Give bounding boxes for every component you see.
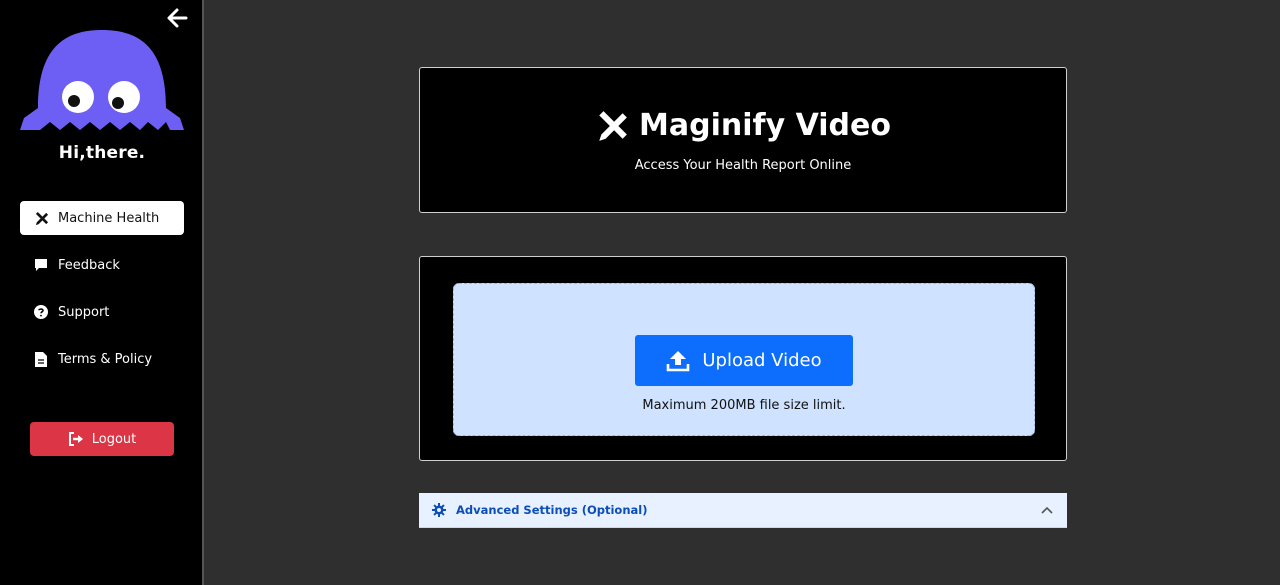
logout-icon — [68, 432, 84, 446]
sidebar: Hi,there. Machine Health Feedback Suppor… — [0, 0, 204, 585]
nav-item-feedback[interactable]: Feedback — [20, 248, 184, 282]
nav-label: Machine Health — [58, 210, 160, 226]
document-icon — [33, 351, 49, 367]
advanced-settings-toggle[interactable]: Advanced Settings (Optional) — [419, 493, 1067, 528]
gear-icon — [432, 503, 446, 517]
upload-dropzone[interactable]: Upload Video Maximum 200MB file size lim… — [453, 283, 1035, 436]
upload-button-label: Upload Video — [702, 350, 822, 371]
tools-icon — [33, 210, 49, 226]
page-subtitle: Access Your Health Report Online — [634, 158, 852, 173]
logout-button[interactable]: Logout — [30, 422, 174, 456]
greeting-text: Hi,there. — [58, 143, 146, 163]
nav-item-machine-health[interactable]: Machine Health — [20, 201, 184, 235]
nav-item-support[interactable]: Support — [20, 295, 184, 329]
upload-video-button[interactable]: Upload Video — [635, 335, 853, 386]
upload-card: Upload Video Maximum 200MB file size lim… — [419, 256, 1067, 461]
tools-icon — [595, 109, 629, 143]
nav-item-terms-policy[interactable]: Terms & Policy — [20, 342, 184, 376]
nav-label: Feedback — [58, 257, 120, 273]
upload-icon — [666, 349, 690, 373]
logout-label: Logout — [91, 431, 137, 447]
title-text: Maginify Video — [639, 108, 891, 143]
chat-icon — [33, 257, 49, 273]
question-circle-icon — [33, 304, 49, 320]
nav-label: Support — [58, 304, 110, 320]
mascot-logo — [20, 30, 184, 132]
back-arrow-icon[interactable] — [164, 6, 190, 30]
hero-card: Maginify Video Access Your Health Report… — [419, 67, 1067, 213]
page-title: Maginify Video — [420, 108, 1066, 143]
nav-label: Terms & Policy — [58, 351, 153, 367]
advanced-settings-label: Advanced Settings (Optional) — [456, 503, 648, 517]
chevron-up-icon — [1040, 504, 1054, 516]
file-size-limit-text: Maximum 200MB file size limit. — [642, 398, 846, 413]
